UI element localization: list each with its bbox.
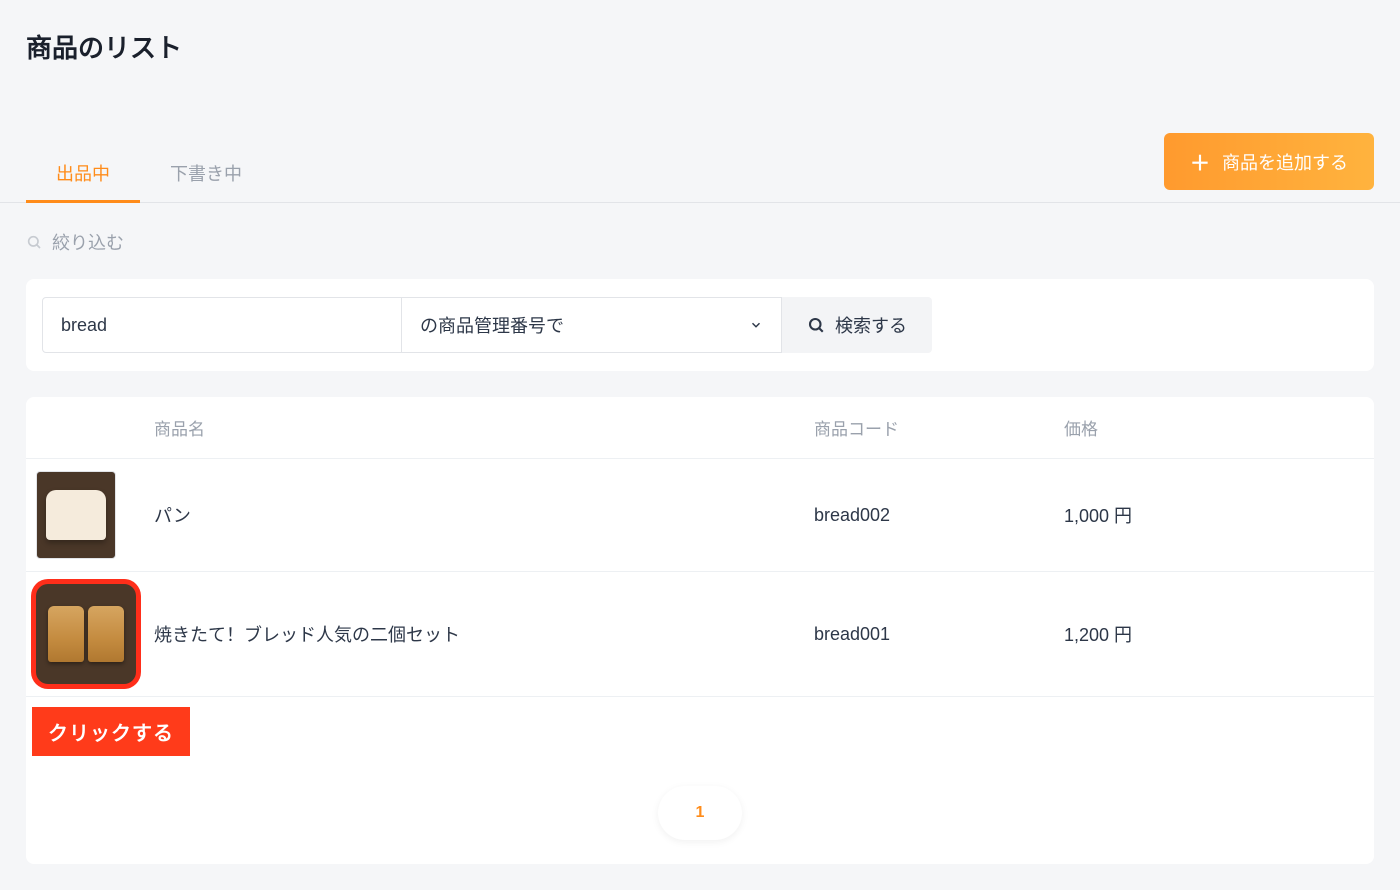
filter-label: 絞り込む <box>52 229 124 255</box>
product-thumbnail[interactable] <box>36 471 116 559</box>
content-area: 絞り込む の商品管理番号で 検索する 商品名 商品コード 価格 <box>0 203 1400 890</box>
header-name: 商品名 <box>154 415 814 440</box>
search-type-select[interactable]: の商品管理番号で <box>402 297 782 353</box>
tabs: 出品中 下書き中 <box>26 146 272 202</box>
tab-active[interactable]: 出品中 <box>26 146 140 203</box>
chevron-down-icon <box>749 318 763 332</box>
search-icon <box>807 316 825 334</box>
product-code: bread001 <box>814 624 1064 645</box>
table-row[interactable]: 焼きたて！ブレッド人気の二個セット bread001 1,200 円 <box>26 572 1374 697</box>
page-number[interactable]: 1 <box>658 786 743 840</box>
header-code: 商品コード <box>814 415 1064 440</box>
plus-icon: ＋ <box>1190 147 1210 176</box>
search-select-label: の商品管理番号で <box>420 312 564 338</box>
header-price: 価格 <box>1064 415 1364 440</box>
search-button-label: 検索する <box>835 312 907 338</box>
table-row[interactable]: パン bread002 1,000 円 <box>26 459 1374 572</box>
product-name: パン <box>154 502 814 528</box>
header-row: 出品中 下書き中 ＋ 商品を追加する <box>0 133 1400 203</box>
tab-draft[interactable]: 下書き中 <box>140 146 272 203</box>
product-name: 焼きたて！ブレッド人気の二個セット <box>154 621 814 647</box>
search-input[interactable] <box>42 297 402 353</box>
products-table: 商品名 商品コード 価格 パン bread002 1,000 円 <box>26 397 1374 864</box>
search-icon <box>26 234 42 250</box>
callout-container: クリックする <box>26 697 1374 756</box>
table-header: 商品名 商品コード 価格 <box>26 397 1374 459</box>
product-price: 1,000 円 <box>1064 502 1364 528</box>
filter-row[interactable]: 絞り込む <box>26 229 1374 255</box>
add-product-button[interactable]: ＋ 商品を追加する <box>1164 133 1374 190</box>
click-callout: クリックする <box>32 707 190 756</box>
product-price: 1,200 円 <box>1064 621 1364 647</box>
search-panel: の商品管理番号で 検索する <box>26 279 1374 371</box>
pagination: 1 <box>26 756 1374 864</box>
search-button[interactable]: 検索する <box>782 297 932 353</box>
product-code: bread002 <box>814 505 1064 526</box>
product-thumbnail-highlighted[interactable] <box>36 584 136 684</box>
add-product-label: 商品を追加する <box>1222 149 1348 175</box>
page-title: 商品のリスト <box>0 0 1400 83</box>
